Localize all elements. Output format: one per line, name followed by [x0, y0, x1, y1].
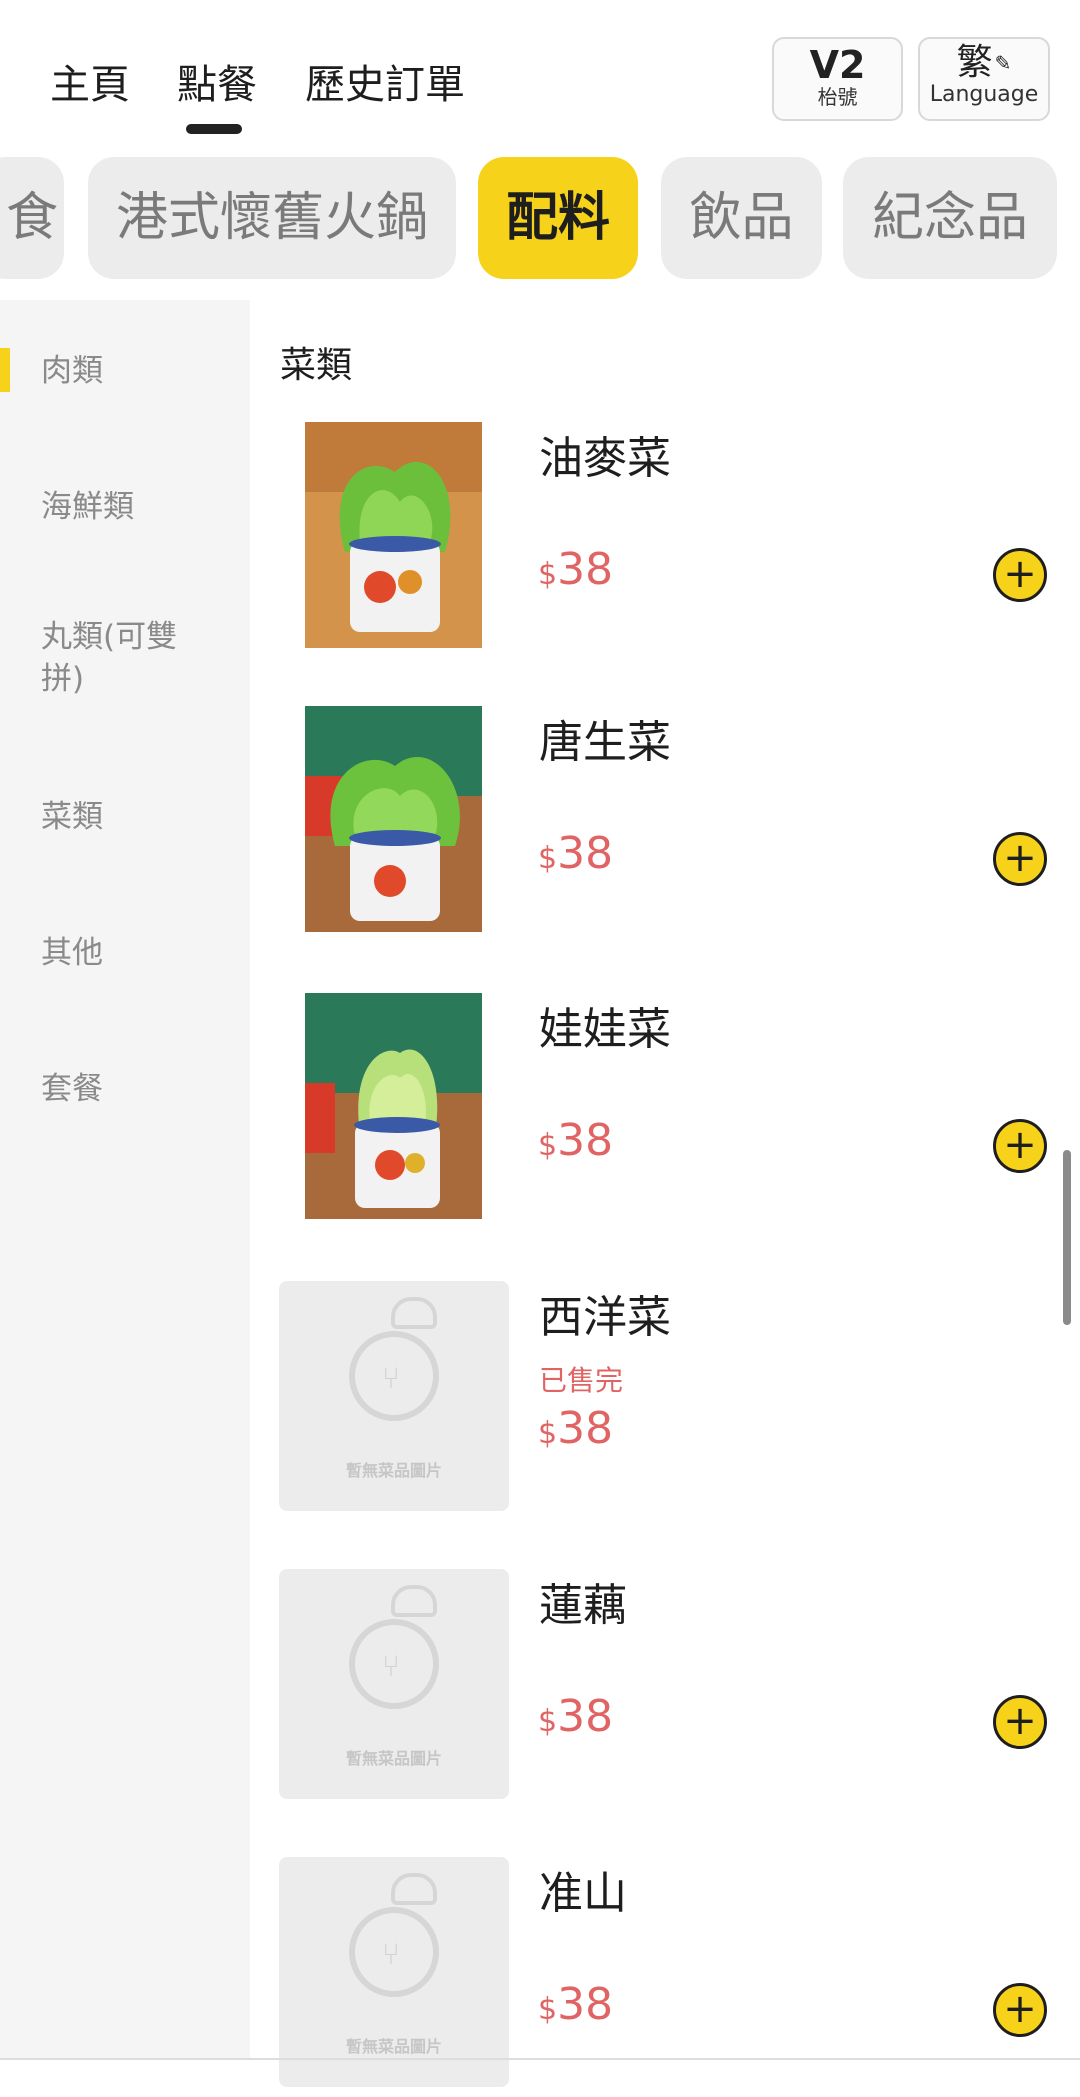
- subcategory-sidebar: 肉類 海鮮類 丸類(可雙拼) 菜類 其他 套餐: [0, 300, 250, 2060]
- item-price: $38: [538, 1403, 613, 1454]
- item-name: 蓮藕: [539, 1580, 627, 1631]
- menu-item[interactable]: ⑂ 暫無菜品圖片 准山 $38 +: [270, 1857, 1070, 2097]
- price-value: 38: [557, 1691, 614, 1742]
- item-price: $38: [538, 1691, 613, 1742]
- active-tab-indicator: [186, 124, 242, 134]
- currency-symbol: $: [538, 841, 558, 876]
- currency-symbol: $: [538, 1128, 558, 1163]
- currency-symbol: $: [538, 1992, 558, 2027]
- add-to-cart-button[interactable]: +: [993, 1983, 1047, 2037]
- menu-item[interactable]: ⑂ 暫無菜品圖片 西洋菜 已售完 $38: [270, 1281, 1070, 1521]
- price-value: 38: [557, 544, 614, 595]
- active-subcategory-marker: [0, 348, 10, 392]
- item-photo: [305, 993, 482, 1219]
- menu-item[interactable]: ⑂ 暫無菜品圖片 蓮藕 $38 +: [270, 1569, 1070, 1809]
- sold-out-label: 已售完: [539, 1364, 624, 1397]
- menu-item[interactable]: 唐生菜 $38 +: [270, 706, 1070, 946]
- chef-hat-icon: [391, 1297, 437, 1329]
- item-photo: [305, 422, 482, 648]
- currency-symbol: $: [538, 1704, 558, 1739]
- language-button[interactable]: 繁 ✎ Language: [918, 37, 1050, 121]
- item-name: 准山: [539, 1868, 627, 1919]
- cutlery-icon: ⑂: [382, 1937, 400, 1972]
- current-language: 繁: [956, 42, 993, 83]
- scrollbar[interactable]: [1063, 1150, 1071, 1325]
- price-value: 38: [557, 828, 614, 879]
- menu-item[interactable]: 油麥菜 $38 +: [270, 422, 1070, 662]
- image-placeholder: ⑂ 暫無菜品圖片: [279, 1281, 509, 1511]
- add-to-cart-button[interactable]: +: [993, 548, 1047, 602]
- chef-hat-icon: [391, 1585, 437, 1617]
- sidebar-item-seafood[interactable]: 海鮮類: [41, 486, 211, 528]
- placeholder-text: 暫無菜品圖片: [345, 1461, 442, 1480]
- plus-icon: +: [1003, 1122, 1037, 1168]
- cutlery-icon: ⑂: [382, 1361, 400, 1396]
- sidebar-item-set-meals[interactable]: 套餐: [41, 1068, 211, 1110]
- sidebar-item-vegetables[interactable]: 菜類: [41, 796, 211, 838]
- price-value: 38: [557, 1979, 614, 2030]
- add-to-cart-button[interactable]: +: [993, 1695, 1047, 1749]
- plus-icon: +: [1003, 551, 1037, 597]
- chef-hat-icon: [391, 1873, 437, 1905]
- sidebar-item-balls[interactable]: 丸類(可雙拼): [41, 616, 211, 700]
- menu-item[interactable]: 娃娃菜 $38 +: [270, 993, 1070, 1233]
- section-title: 菜類: [280, 345, 353, 386]
- item-photo: [305, 706, 482, 932]
- table-number-label: 枱號: [817, 85, 858, 109]
- plus-icon: +: [1003, 1986, 1037, 2032]
- category-pill-food[interactable]: 食: [0, 157, 64, 279]
- image-placeholder: ⑂ 暫無菜品圖片: [279, 1569, 509, 1799]
- price-value: 38: [557, 1403, 614, 1454]
- price-value: 38: [557, 1115, 614, 1166]
- placeholder-text: 暫無菜品圖片: [345, 1749, 442, 1768]
- pencil-icon: ✎: [994, 51, 1012, 75]
- sidebar-item-meat[interactable]: 肉類: [41, 350, 211, 392]
- item-price: $38: [538, 1115, 613, 1166]
- item-name: 唐生菜: [539, 717, 671, 768]
- add-to-cart-button[interactable]: +: [993, 832, 1047, 886]
- item-price: $38: [538, 544, 613, 595]
- plus-icon: +: [1003, 1698, 1037, 1744]
- image-placeholder: ⑂ 暫無菜品圖片: [279, 1857, 509, 2087]
- category-pill-hotpot[interactable]: 港式懷舊火鍋: [88, 157, 456, 279]
- category-pill-drinks[interactable]: 飲品: [661, 157, 822, 279]
- cutlery-icon: ⑂: [382, 1649, 400, 1684]
- item-name: 西洋菜: [539, 1292, 671, 1343]
- placeholder-text: 暫無菜品圖片: [345, 2037, 442, 2056]
- category-pill-souvenirs[interactable]: 紀念品: [843, 157, 1057, 279]
- sidebar-item-others[interactable]: 其他: [41, 932, 211, 974]
- currency-symbol: $: [538, 557, 558, 592]
- bottom-divider: [0, 2058, 1080, 2060]
- add-to-cart-button[interactable]: +: [993, 1119, 1047, 1173]
- language-label: Language: [929, 82, 1039, 107]
- tab-order-history[interactable]: 歷史訂單: [305, 52, 465, 110]
- item-name: 娃娃菜: [539, 1004, 671, 1055]
- item-price: $38: [538, 828, 613, 879]
- category-pills: 食 港式懷舊火鍋 配料 飲品 紀念品: [0, 157, 1080, 279]
- item-price: $38: [538, 1979, 613, 2030]
- currency-symbol: $: [538, 1416, 558, 1451]
- top-navigation: 主頁 點餐 歷史訂單 V2 枱號 繁 ✎ Language: [0, 0, 1080, 150]
- tab-order[interactable]: 點餐: [177, 52, 257, 110]
- plus-icon: +: [1003, 835, 1037, 881]
- item-name: 油麥菜: [539, 433, 671, 484]
- table-number: V2: [809, 43, 866, 87]
- tab-home[interactable]: 主頁: [50, 52, 130, 110]
- category-pill-toppings[interactable]: 配料: [478, 157, 638, 279]
- table-number-badge: V2 枱號: [772, 37, 903, 121]
